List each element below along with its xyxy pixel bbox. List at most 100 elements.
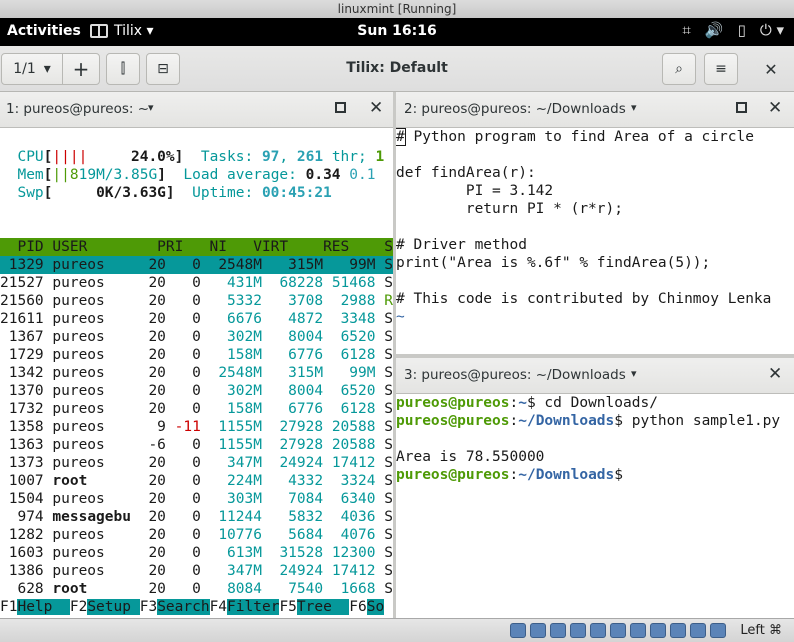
function-key-bar[interactable]: F1Help F2Setup F3SearchF4FilterF5Tree F6… — [0, 598, 393, 616]
fkey-label[interactable]: F4 — [210, 599, 227, 615]
process-row[interactable]: 21611 pureos 20 0 6676 4872 3348 S — [0, 310, 393, 328]
video-capture-icon[interactable] — [650, 623, 666, 638]
process-row[interactable]: 1007 root 20 0 224M 4332 3324 S — [0, 472, 393, 490]
shell-terminal[interactable]: pureos@pureos:~$ cd Downloads/ pureos@pu… — [396, 394, 794, 618]
column-header[interactable]: VIRT — [236, 239, 288, 255]
fkey-label[interactable]: F6 — [349, 599, 366, 615]
process-row[interactable]: 1282 pureos 20 0 10776 5684 4076 S — [0, 526, 393, 544]
mem-meter-row: Mem[||819M/3.85G] Load average: 0.34 0.1 — [17, 167, 376, 183]
cpu-icon[interactable] — [670, 623, 686, 638]
usb-icon[interactable] — [590, 623, 606, 638]
hard-disk-icon[interactable] — [510, 623, 526, 638]
fkey-action[interactable]: Filter — [227, 599, 280, 615]
system-menu[interactable]: ⌗ 🔊 ▯ ⏻ ▾ — [682, 21, 784, 39]
fkey-action[interactable]: Tree — [296, 599, 350, 615]
close-icon[interactable]: ✕ — [768, 98, 782, 118]
process-row[interactable]: 1729 pureos 20 0 158M 6776 6128 S — [0, 346, 393, 364]
fkey-action[interactable]: Help — [17, 599, 70, 615]
maximize-icon[interactable] — [736, 102, 747, 113]
chevron-down-icon[interactable]: ▾ — [148, 101, 154, 114]
chevron-down-icon: ▾ — [43, 61, 51, 77]
column-header[interactable]: USER — [52, 239, 131, 255]
add-session-button[interactable]: + — [62, 53, 100, 85]
hamburger-icon: ≡ — [715, 61, 727, 77]
activities-button[interactable]: Activities — [7, 23, 81, 39]
audio-icon[interactable] — [550, 623, 566, 638]
process-row[interactable]: 1386 pureos 20 0 347M 24924 17412 S — [0, 562, 393, 580]
column-header[interactable]: PID — [0, 239, 43, 255]
process-row[interactable]: 1373 pureos 20 0 347M 24924 17412 S — [0, 454, 393, 472]
display-icon[interactable] — [630, 623, 646, 638]
fkey-label[interactable]: F2 — [70, 599, 87, 615]
process-row[interactable]: 21560 pureos 20 0 5332 3708 2988 R — [0, 292, 393, 310]
shell-line-1: pureos@pureos:~$ cd Downloads/ — [396, 395, 658, 411]
search-button[interactable]: ⌕ — [662, 53, 696, 85]
session-switcher-button[interactable]: 1/1 ▾ — [1, 53, 63, 85]
pane-1-title[interactable]: 1: pureos@pureos: ~ — [6, 101, 149, 117]
shell-prompt[interactable]: pureos@pureos:~/Downloads$ — [396, 466, 794, 484]
process-row[interactable]: 1603 pureos 20 0 613M 31528 12300 S — [0, 544, 393, 562]
htop-terminal[interactable]: CPU[|||| 24.0%] Tasks: 97, 261 thr; 1 Me… — [0, 128, 393, 618]
split-right-button[interactable]: ⫿ — [106, 53, 140, 85]
fkey-action[interactable]: So — [366, 599, 385, 615]
split-down-button[interactable]: ⊟ — [146, 53, 180, 85]
shell-output: Area is 78.550000 — [396, 449, 545, 465]
process-list[interactable]: 1329 pureos 20 0 2548M 315M 99M S 21527 p… — [0, 256, 393, 616]
network-adapter-icon[interactable] — [570, 623, 586, 638]
vim-editor[interactable]: # Python program to find Area of a circl… — [396, 128, 794, 354]
gnome-top-bar: Activities Tilix ▾ Sun 16:16 ⌗ 🔊 ▯ ⏻ ▾ — [0, 18, 794, 46]
editor-line: print("Area is %.6f" % findArea(5)); — [396, 255, 711, 271]
process-row[interactable]: 21527 pureos 20 0 431M 68228 51468 S — [0, 274, 393, 292]
editor-line: # This code is contributed by Chinmoy Le… — [396, 291, 772, 307]
process-row[interactable]: 1358 pureos 9 -11 1155M 27928 20588 S — [0, 418, 393, 436]
fkey-action[interactable]: Search — [157, 599, 210, 615]
process-row[interactable]: 1363 pureos -6 0 1155M 27928 20588 S — [0, 436, 393, 454]
tilix-app-icon — [90, 24, 108, 38]
fkey-action[interactable]: Setup — [87, 599, 140, 615]
column-header[interactable]: PRI — [140, 239, 183, 255]
process-row[interactable]: 628 root 20 0 8084 7540 1668 S — [0, 580, 393, 598]
process-row[interactable]: 1732 pureos 20 0 158M 6776 6128 S — [0, 400, 393, 418]
process-row[interactable]: 1504 pureos 20 0 303M 7084 6340 S — [0, 490, 393, 508]
process-row[interactable]: 1329 pureos 20 0 2548M 315M 99M S — [0, 256, 393, 274]
app-menu-label: Tilix ▾ — [114, 23, 154, 39]
battery-icon: ▯ — [737, 21, 746, 39]
fkey-label[interactable]: F1 — [0, 599, 17, 615]
shared-folder-icon[interactable] — [610, 623, 626, 638]
editor-content[interactable]: # Python program to find Area of a circl… — [396, 128, 794, 326]
pane-1-titlebar: 1: pureos@pureos: ~ ▾ ✕ — [0, 92, 393, 128]
vm-window-title: linuxmint [Running] — [0, 0, 794, 18]
close-icon[interactable]: ✕ — [369, 98, 383, 118]
maximize-icon[interactable] — [335, 102, 346, 113]
host-key-label: Left ⌘ — [740, 623, 782, 638]
editor-line: return PI * (r*r); — [396, 201, 623, 217]
volume-icon: 🔊 — [704, 21, 724, 39]
fkey-label[interactable]: F5 — [279, 599, 296, 615]
process-row[interactable]: 974 messagebu 20 0 11244 5832 4036 S — [0, 508, 393, 526]
pane-2-title[interactable]: 2: pureos@pureos: ~/Downloads — [404, 101, 626, 117]
pane-3-title[interactable]: 3: pureos@pureos: ~/Downloads — [404, 367, 626, 383]
column-header[interactable]: RES — [297, 239, 349, 255]
process-row[interactable]: 1367 pureos 20 0 302M 8004 6520 S — [0, 328, 393, 346]
process-table-header[interactable]: PID USER PRI NI VIRT RES SHR S — [0, 238, 393, 256]
optical-drive-icon[interactable] — [530, 623, 546, 638]
menu-button[interactable]: ≡ — [704, 53, 738, 85]
window-close-button[interactable]: ✕ — [756, 53, 786, 85]
mouse-integration-icon[interactable] — [690, 623, 706, 638]
swap-meter-row: Swp[ 0K/3.63G] Uptime: 00:45:21 — [17, 185, 332, 201]
split-down-icon: ⊟ — [157, 61, 169, 77]
tilix-header-bar: 1/1 ▾ + ⫿ ⊟ Tilix: Default ⌕ ≡ ✕ — [0, 46, 794, 92]
column-header[interactable]: SHR — [358, 239, 393, 255]
chevron-down-icon[interactable]: ▾ — [631, 101, 637, 114]
chevron-down-icon[interactable]: ▾ — [631, 367, 637, 380]
app-menu[interactable]: Tilix ▾ — [90, 23, 154, 39]
process-row[interactable]: 1370 pureos 20 0 302M 8004 6520 S — [0, 382, 393, 400]
keyboard-icon[interactable] — [710, 623, 726, 638]
process-row[interactable]: 1342 pureos 20 0 2548M 315M 99M S — [0, 364, 393, 382]
fkey-label[interactable]: F3 — [140, 599, 157, 615]
close-icon[interactable]: ✕ — [768, 364, 782, 384]
vm-device-icons — [510, 623, 726, 638]
column-header[interactable]: NI — [192, 239, 227, 255]
